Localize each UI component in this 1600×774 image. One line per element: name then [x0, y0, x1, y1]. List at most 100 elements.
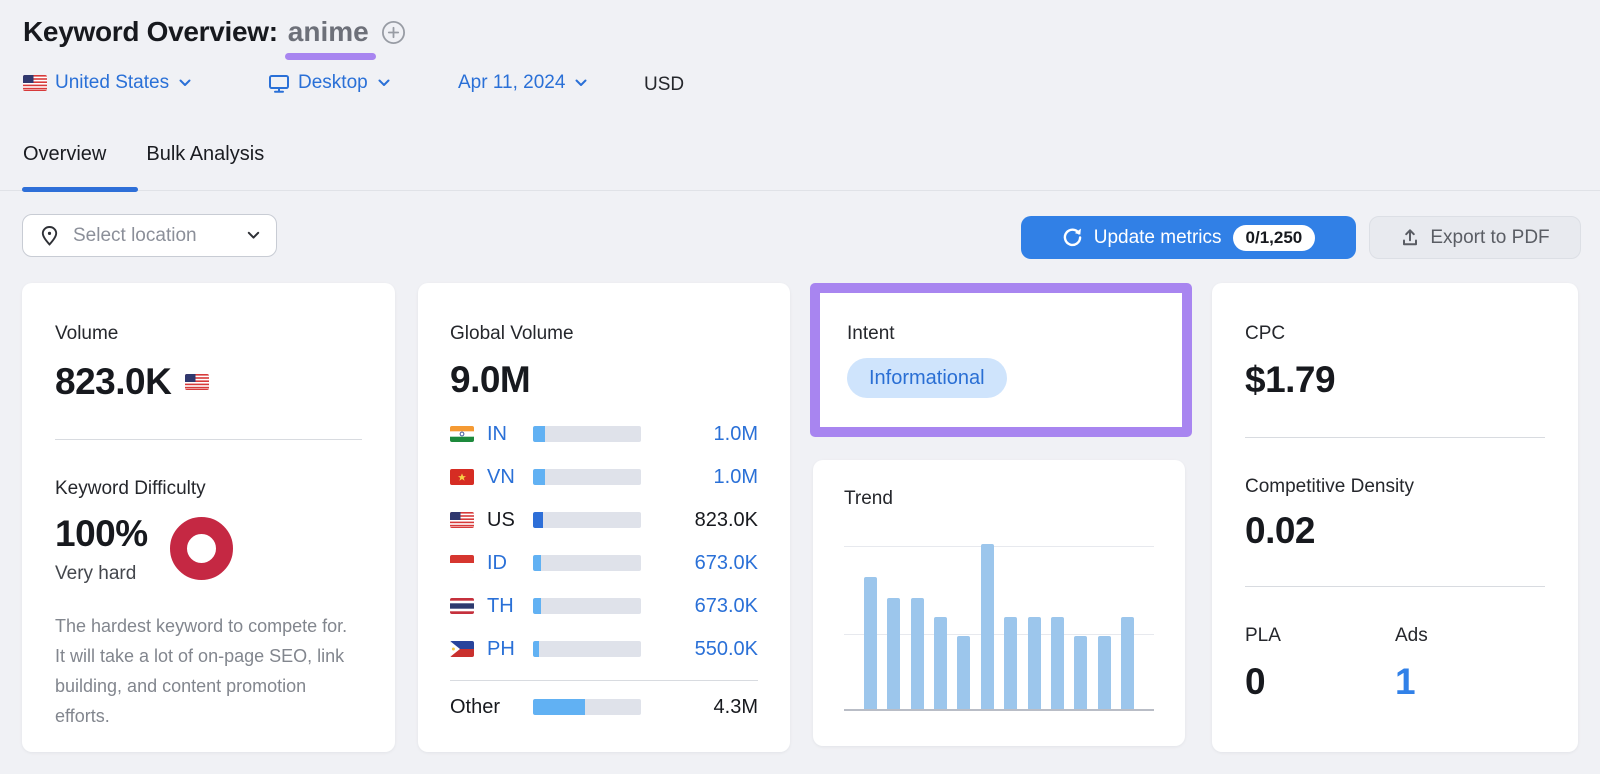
currency-label: USD [644, 74, 684, 96]
card-divider [450, 680, 758, 681]
trend-bar [1098, 636, 1111, 709]
country-volume-value[interactable]: 1.0M [641, 423, 758, 446]
cpc-label: CPC [1245, 323, 1545, 345]
pla-label: PLA [1245, 625, 1395, 647]
chevron-down-icon [378, 79, 390, 87]
cpc-value: $1.79 [1245, 359, 1545, 401]
country-volume-value: 823.0K [641, 509, 758, 532]
keyword-difficulty-label: Keyword Difficulty [55, 478, 362, 500]
page-header: Keyword Overview: anime [23, 16, 406, 48]
global-volume-label: Global Volume [450, 323, 758, 345]
country-selector[interactable]: United States [23, 72, 191, 94]
trend-bar [887, 598, 900, 709]
ads-value[interactable]: 1 [1395, 661, 1545, 703]
country-code[interactable]: ID [487, 552, 533, 575]
country-volume-list: IN 1.0M VN 1.0M US 823.0K ID 673.0K TH 673.0K PH 55… [450, 422, 758, 661]
tabs-divider [0, 190, 1600, 191]
export-to-pdf-label: Export to PDF [1430, 227, 1549, 249]
trend-bar [1121, 617, 1134, 709]
desktop-icon [268, 73, 290, 94]
chevron-down-icon [179, 79, 191, 87]
country-volume-bar [533, 641, 641, 657]
volume-label: Volume [55, 323, 362, 345]
keyword-overview-page: Keyword Overview: anime United States [0, 0, 1600, 774]
device-selector[interactable]: Desktop [268, 72, 390, 94]
keyword-difficulty-description: The hardest keyword to compete for. It w… [55, 611, 357, 731]
keyword-difficulty-gauge [170, 517, 233, 580]
trend-bar [934, 617, 947, 709]
flag-us-icon [450, 512, 474, 528]
flag-us-icon [185, 374, 209, 390]
country-volume-bar [533, 512, 641, 528]
trend-bar [981, 544, 994, 709]
trend-card: Trend [813, 460, 1185, 746]
trend-bar [911, 598, 924, 709]
country-volume-value[interactable]: 1.0M [641, 466, 758, 489]
page-title: Keyword Overview: [23, 16, 278, 48]
country-volume-bar [533, 598, 641, 614]
select-location-button[interactable]: Select location [22, 214, 277, 257]
update-metrics-quota-badge: 0/1,250 [1233, 225, 1316, 251]
tab-bar: Overview Bulk Analysis [23, 143, 264, 166]
device-selector-label: Desktop [298, 72, 368, 94]
country-code: US [487, 509, 533, 532]
country-volume-value[interactable]: 550.0K [641, 638, 758, 661]
trend-bars [864, 546, 1134, 709]
country-volume-value[interactable]: 673.0K [641, 552, 758, 575]
update-metrics-button[interactable]: Update metrics 0/1,250 [1021, 216, 1356, 259]
country-code[interactable]: VN [487, 466, 533, 489]
other-volume-row: Other 4.3M [450, 695, 758, 719]
trend-bar [1051, 617, 1064, 709]
global-volume-card: Global Volume 9.0M IN1.0MVN1.0MUS823.0KI… [418, 283, 790, 752]
keyword-highlight-underline [285, 53, 376, 60]
chevron-down-icon [247, 231, 260, 240]
flag-in-icon [450, 426, 474, 442]
country-code[interactable]: IN [487, 423, 533, 446]
refresh-icon [1062, 227, 1083, 248]
card-divider [1245, 437, 1545, 438]
filters-row: United States Desktop Apr 11, 2024 U [0, 72, 1600, 98]
other-volume-value: 4.3M [641, 696, 758, 719]
intent-highlight-box: Intent Informational [810, 283, 1192, 437]
export-upload-icon [1400, 227, 1420, 248]
country-row: TH 673.0K [450, 594, 758, 618]
country-code[interactable]: TH [487, 595, 533, 618]
location-pin-icon [39, 225, 60, 247]
volume-value: 823.0K [55, 361, 171, 403]
country-volume-bar [533, 555, 641, 571]
export-to-pdf-button[interactable]: Export to PDF [1369, 216, 1581, 259]
intent-label: Intent [847, 323, 1155, 345]
tab-bulk-analysis[interactable]: Bulk Analysis [146, 143, 264, 166]
country-code[interactable]: PH [487, 638, 533, 661]
intent-badge[interactable]: Informational [847, 358, 1007, 398]
flag-th-icon [450, 598, 474, 614]
keyword-difficulty-level: Very hard [55, 563, 148, 585]
tab-overview[interactable]: Overview [23, 143, 106, 166]
date-selector[interactable]: Apr 11, 2024 [458, 72, 587, 94]
flag-us-icon [23, 75, 47, 91]
keyword-difficulty-value: 100% [55, 515, 148, 553]
country-selector-label: United States [55, 72, 169, 94]
competitive-density-value: 0.02 [1245, 510, 1545, 552]
trend-chart [844, 546, 1154, 711]
country-volume-value[interactable]: 673.0K [641, 595, 758, 618]
ads-label: Ads [1395, 625, 1545, 647]
add-keyword-icon[interactable] [381, 20, 406, 45]
country-volume-bar [533, 426, 641, 442]
active-tab-indicator [22, 187, 138, 192]
trend-bar [864, 577, 877, 709]
trend-bar [957, 636, 970, 709]
country-row: ID 673.0K [450, 551, 758, 575]
trend-bar [1028, 617, 1041, 709]
keyword-text: anime [288, 16, 369, 48]
update-metrics-label: Update metrics [1094, 227, 1222, 249]
flag-vn-icon [450, 469, 474, 485]
country-row: VN 1.0M [450, 465, 758, 489]
pla-value: 0 [1245, 661, 1395, 703]
other-volume-bar [533, 699, 641, 715]
country-row: PH 550.0K [450, 637, 758, 661]
flag-ph-icon [450, 641, 474, 657]
volume-card: Volume 823.0K Keyword Difficulty 100% Ve… [22, 283, 395, 752]
flag-id-icon [450, 555, 474, 571]
cpc-card: CPC $1.79 Competitive Density 0.02 PLA 0… [1212, 283, 1578, 752]
